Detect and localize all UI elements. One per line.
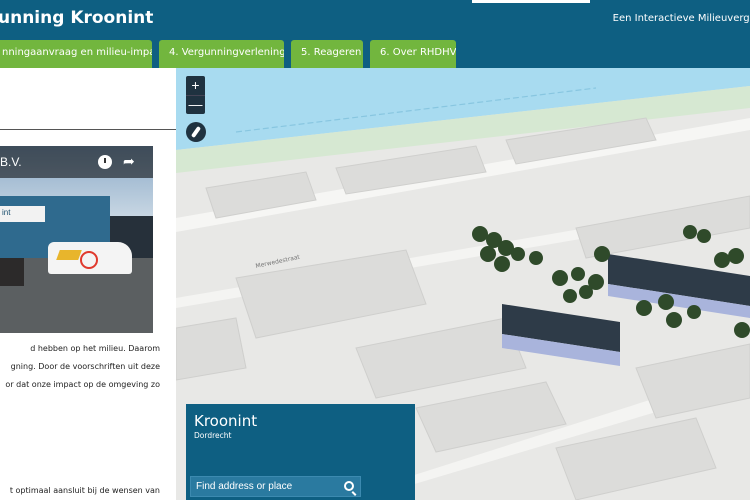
zoom-in-button[interactable]: + <box>186 76 205 95</box>
header-divider <box>472 0 590 3</box>
panel-divider <box>0 129 176 130</box>
video-people <box>0 258 24 286</box>
video-sign-text: int <box>2 208 11 217</box>
search-icon[interactable] <box>344 481 354 491</box>
parcel <box>635 343 750 419</box>
video-van-stripe <box>56 250 82 260</box>
street-label: Merwedestraat <box>255 254 301 270</box>
search-input[interactable]: Find address or place <box>190 476 361 497</box>
location-subtitle: Dordrecht <box>194 431 232 440</box>
video-record-marker <box>80 251 98 269</box>
clock-icon[interactable] <box>98 155 112 169</box>
page-title: unning Kroonint <box>0 8 154 28</box>
search-placeholder: Find address or place <box>196 481 293 492</box>
video-sign: int <box>0 206 45 222</box>
video-player[interactable]: int B.V. ➦ <box>0 146 153 333</box>
body-text-line: t optimaal aansluit bij de wensen van <box>9 486 160 495</box>
zoom-out-button[interactable]: — <box>186 95 205 114</box>
location-title: Kroonint <box>194 412 258 430</box>
body-text-line: gning. Door de voorschriften uit deze <box>10 362 160 371</box>
page-subtitle: Een Interactieve Milieuvergu <box>612 13 750 24</box>
parcel <box>176 317 247 381</box>
tab-over-rhdhv[interactable]: 6. Over RHDHV <box>370 40 456 68</box>
video-title-bar: B.V. ➦ <box>0 146 153 178</box>
story-panel: int B.V. ➦ d hebben op het milieu. Daaro… <box>0 68 176 500</box>
body-text-line: or dat onze impact op de omgeving zo <box>5 380 160 389</box>
zoom-control: + — <box>186 76 205 114</box>
app-header: unning Kroonint Een Interactieve Milieuv… <box>0 0 750 68</box>
location-info-panel: Kroonint Dordrecht Find address or place <box>186 404 415 500</box>
body-text-line: d hebben op het milieu. Daarom <box>30 344 160 353</box>
tab-vergunningverlening[interactable]: 4. Vergunningverlening <box>159 40 284 68</box>
tab-reageren[interactable]: 5. Reageren <box>291 40 363 68</box>
share-icon[interactable]: ➦ <box>123 153 135 170</box>
tab-vergunningaanvraag[interactable]: nningaanvraag en milieu-impact <box>0 40 152 68</box>
video-title: B.V. <box>0 155 22 169</box>
compass-icon[interactable] <box>186 122 206 142</box>
parcel <box>355 317 527 399</box>
